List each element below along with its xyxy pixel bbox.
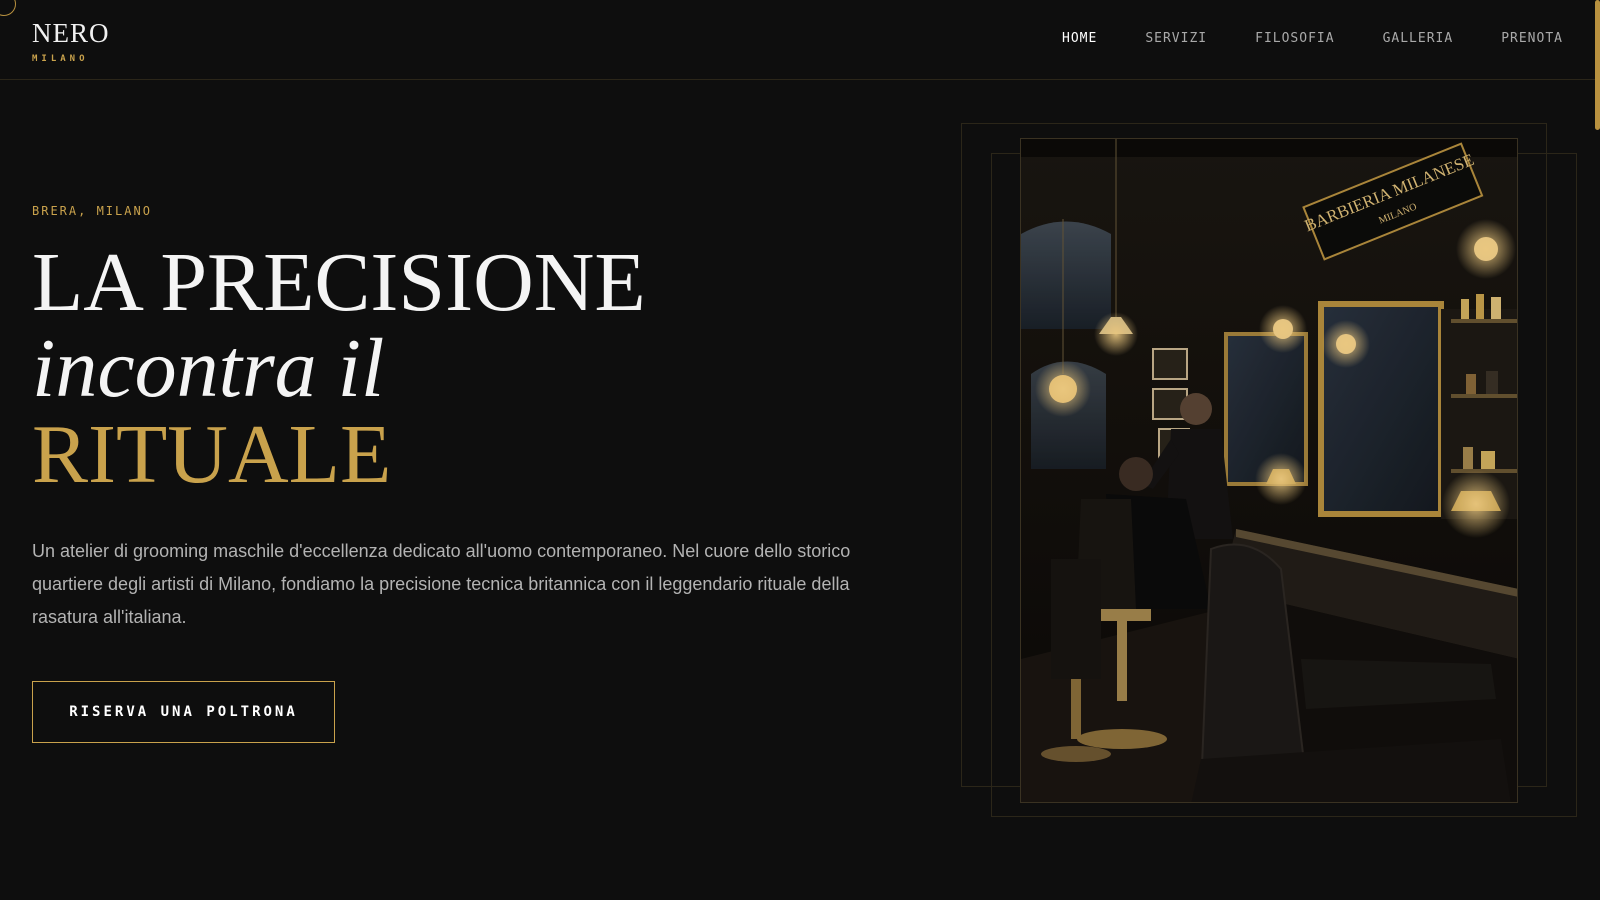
site-header: NERO MILANO HOME SERVIZI FILOSOFIA GALLE… [0,0,1600,80]
nav-item-servizi[interactable]: SERVIZI [1145,31,1207,46]
barbershop-photo: BARBIERIA MILANESE MILANO [1020,138,1518,803]
nav-item-prenota[interactable]: PRENOTA [1501,31,1563,46]
logo[interactable]: NERO MILANO [32,18,110,64]
headline-line-3: RITUALE [32,408,392,501]
headline-line-1: LA PRECISIONE [32,236,646,329]
nav-item-filosofia[interactable]: FILOSOFIA [1255,31,1334,46]
nav-item-galleria[interactable]: GALLERIA [1383,31,1454,46]
location-label: BRERA, MILANO [32,204,152,218]
scrollbar[interactable] [1595,0,1600,130]
main-nav: HOME SERVIZI FILOSOFIA GALLERIA PRENOTA [1062,31,1563,46]
hero-headline: LA PRECISIONE incontra il RITUALE [32,240,646,498]
headline-line-2: incontra il [32,322,385,415]
nav-item-home[interactable]: HOME [1062,31,1097,46]
logo-name: NERO [32,18,110,48]
logo-subtitle: MILANO [32,54,89,64]
hero-description: Un atelier di grooming maschile d'eccell… [32,541,851,627]
book-chair-button[interactable]: RISERVA UNA POLTRONA [32,681,335,743]
